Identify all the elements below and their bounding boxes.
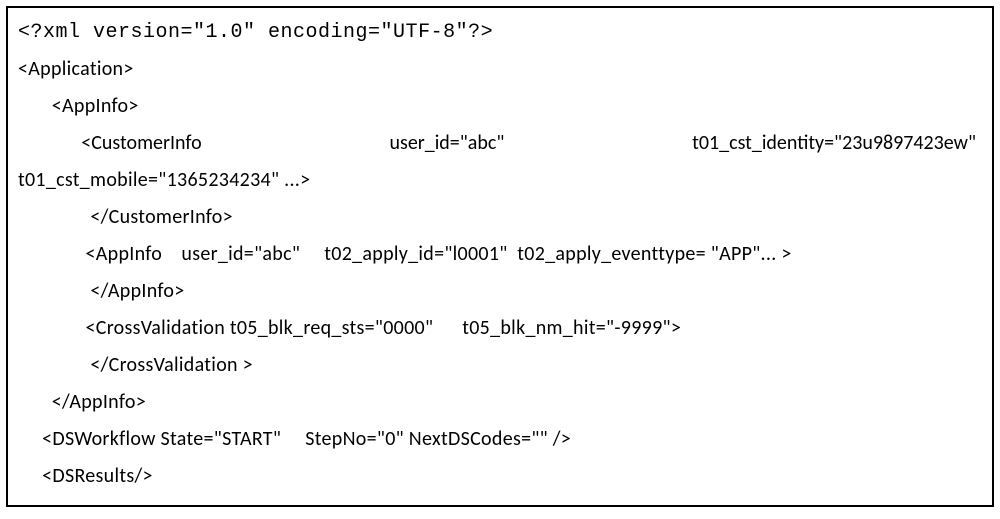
appinfo-open-tag: <AppInfo>	[18, 88, 982, 125]
customerinfo-mobile: t01_cst_mobile="1365234234" ...>	[18, 162, 982, 199]
customerinfo-line: <CustomerInfo user_id="abc" t01_cst_iden…	[18, 125, 982, 162]
appinfo-close-tag: </AppInfo>	[18, 384, 982, 421]
dsresults-line: <DSResults/>	[18, 458, 982, 495]
xml-declaration: <?xml version="1.0" encoding="UTF-8"?>	[18, 14, 982, 51]
customerinfo-identity: t01_cst_identity="23u9897423ew"	[692, 125, 976, 162]
crossvalidation-close-tag: </CrossValidation >	[18, 347, 982, 384]
customerinfo-userid: user_id="abc"	[389, 125, 504, 162]
crossvalidation-line: <CrossValidation t05_blk_req_sts="0000" …	[18, 310, 982, 347]
appinfo-inner-line: <AppInfo user_id="abc" t02_apply_id="l00…	[18, 236, 982, 273]
xml-code-box: <?xml version="1.0" encoding="UTF-8"?> <…	[6, 6, 994, 507]
application-open-tag: <Application>	[18, 51, 982, 88]
customerinfo-close-tag: </CustomerInfo>	[18, 199, 982, 236]
appinfo-inner-close-tag: </AppInfo>	[18, 273, 982, 310]
customerinfo-tag: <CustomerInfo	[18, 125, 202, 162]
dsworkflow-line: <DSWorkflow State="START" StepNo="0" Nex…	[18, 421, 982, 458]
